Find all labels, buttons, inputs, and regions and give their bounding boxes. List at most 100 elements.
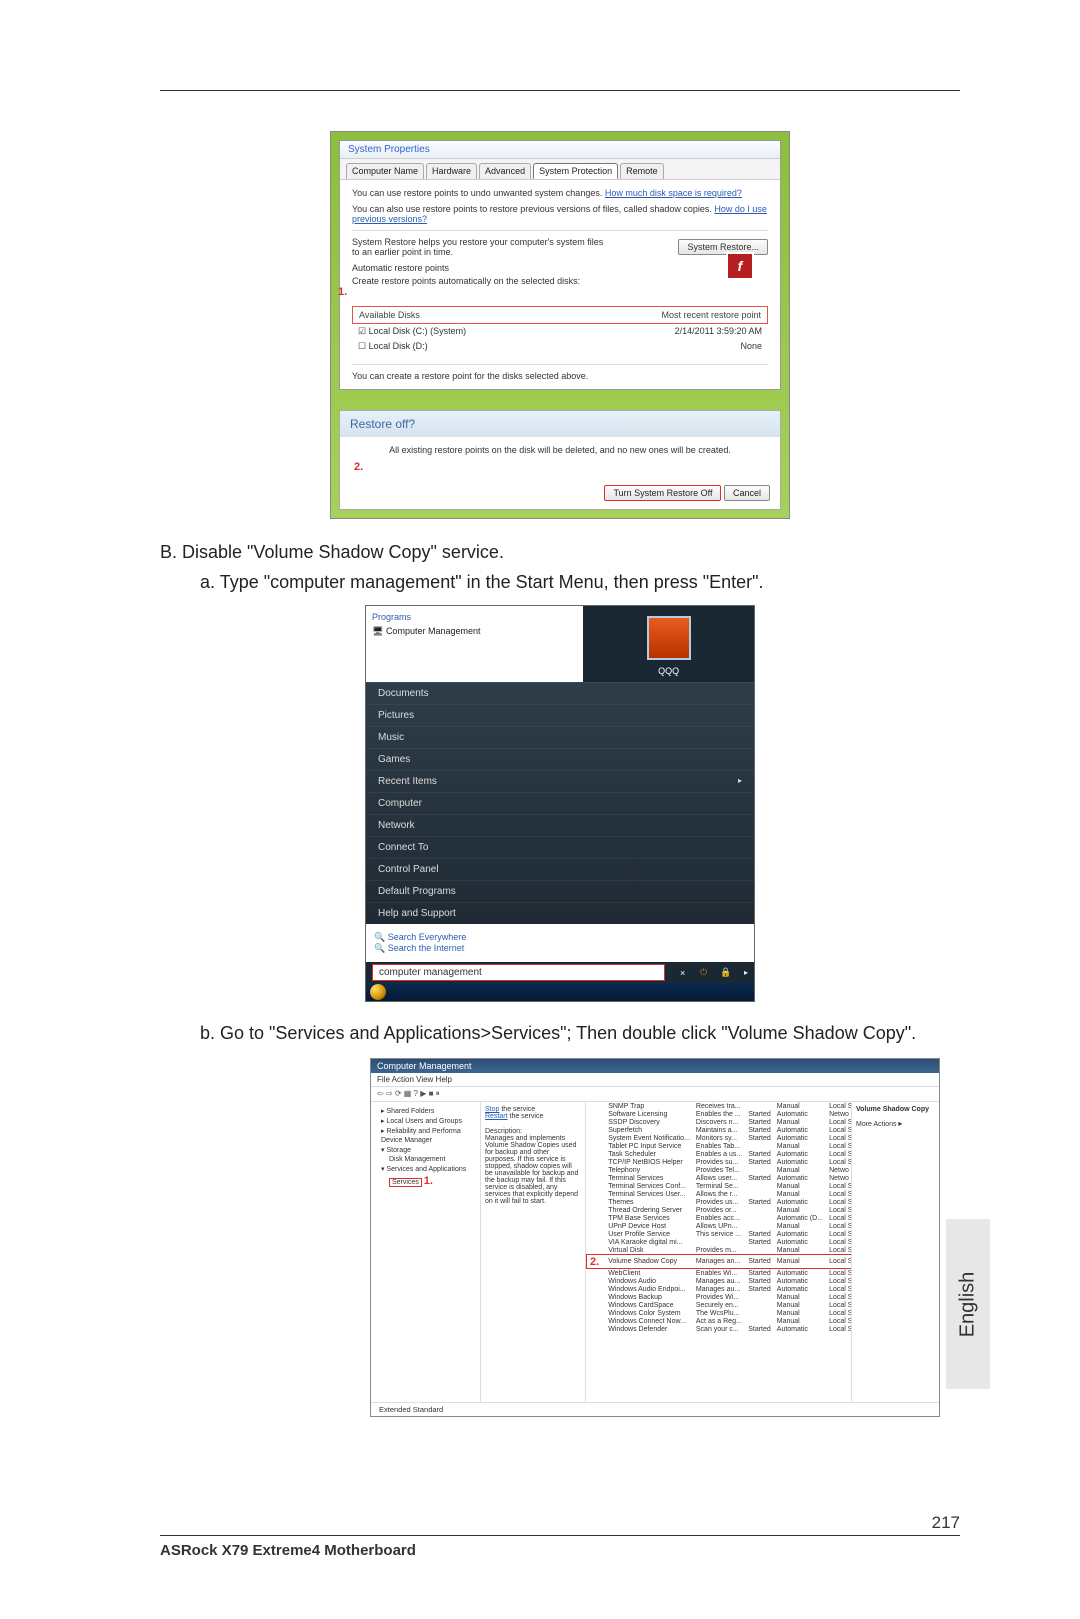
start-menu-item-control-panel[interactable]: Control Panel xyxy=(366,858,754,880)
search-everywhere-link[interactable]: 🔍 Search Everywhere xyxy=(374,932,746,943)
link-disk-space[interactable]: How much disk space is required? xyxy=(605,188,742,198)
start-menu-item-connect-to[interactable]: Connect To xyxy=(366,836,754,858)
service-row[interactable]: Terminal ServicesAllows user...StartedAu… xyxy=(587,1174,852,1182)
restore-off-dialog: Restore off? All existing restore points… xyxy=(339,410,781,510)
page-number: 217 xyxy=(932,1513,960,1533)
start-search-input[interactable]: computer management xyxy=(372,964,665,981)
service-row[interactable]: Windows CardSpaceSecurely en...ManualLoc… xyxy=(587,1301,852,1309)
tab-remote[interactable]: Remote xyxy=(620,163,664,179)
top-rule xyxy=(160,90,960,91)
service-row[interactable]: Windows Connect Now...Act as a Reg...Man… xyxy=(587,1317,852,1325)
start-menu-item-help-and-support[interactable]: Help and Support xyxy=(366,902,754,924)
disk-row-c[interactable]: Local Disk (C:) (System) 2/14/2011 3:59:… xyxy=(352,324,768,339)
service-row[interactable]: Windows BackupProvides Wi...ManualLocal … xyxy=(587,1293,852,1301)
power-menu-chevron-icon[interactable]: ▸ xyxy=(744,968,748,977)
turn-restore-off-button[interactable]: Turn System Restore Off xyxy=(604,485,721,501)
info-text-2: You can also use restore points to resto… xyxy=(352,204,768,224)
service-row[interactable]: Terminal Services User...Allows the r...… xyxy=(587,1190,852,1198)
restore-off-body: All existing restore points on the disk … xyxy=(340,437,780,481)
auto-restore-heading: Automatic restore points xyxy=(352,263,768,273)
language-tab: English xyxy=(946,1219,990,1389)
service-row[interactable]: Virtual DiskProvides m...ManualLocal S xyxy=(587,1246,852,1255)
comp-mgmt-detail-pane: Stop the service Restart the service Des… xyxy=(481,1102,586,1402)
disk-table-header: Available Disks Most recent restore poin… xyxy=(352,306,768,324)
service-row[interactable]: Windows DefenderScan your c...StartedAut… xyxy=(587,1325,852,1333)
start-menu-item-recent-items[interactable]: Recent Items▸ xyxy=(366,770,754,792)
comp-mgmt-toolbar[interactable]: ⇦ ⇨ ⟳ ▦ ? ▶ ■ ⏸ xyxy=(371,1087,939,1102)
start-menu-item-default-programs[interactable]: Default Programs xyxy=(366,880,754,902)
service-row[interactable]: Windows Audio Endpoi...Manages au...Star… xyxy=(587,1285,852,1293)
user-avatar[interactable] xyxy=(647,616,691,660)
service-row[interactable]: Software LicensingEnables the ...Started… xyxy=(587,1110,852,1118)
service-row[interactable]: SuperfetchMaintains a...StartedAutomatic… xyxy=(587,1126,852,1134)
start-menu-item-computer[interactable]: Computer xyxy=(366,792,754,814)
tab-system-protection[interactable]: System Protection xyxy=(533,163,618,179)
comp-mgmt-title: Computer Management xyxy=(371,1059,939,1073)
service-row[interactable]: VIA Karaoke digital mi...StartedAutomati… xyxy=(587,1238,852,1246)
comp-mgmt-footer-tabs[interactable]: Extended Standard xyxy=(371,1402,939,1416)
system-properties-dialog: System Properties Computer NameHardwareA… xyxy=(339,140,781,390)
power-icon[interactable]: ⏻ xyxy=(700,967,707,978)
desktop-flash-icon[interactable]: f install_flash... xyxy=(719,252,761,292)
service-row[interactable]: WebClientEnables Wi...StartedAutomaticLo… xyxy=(587,1269,852,1278)
service-row[interactable]: TCP/IP NetBIOS HelperProvides su...Start… xyxy=(587,1158,852,1166)
services-list[interactable]: SNMP TrapReceives tra...ManualLocal SSof… xyxy=(586,1102,851,1402)
tab-hardware[interactable]: Hardware xyxy=(426,163,477,179)
tree-services-highlight[interactable]: Services xyxy=(389,1178,422,1187)
service-row[interactable]: 2.Volume Shadow CopyManages an...Started… xyxy=(587,1255,852,1269)
service-row[interactable]: Task SchedulerEnables a us...StartedAuto… xyxy=(587,1150,852,1158)
taskbar xyxy=(366,983,754,1001)
program-computer-management[interactable]: 🖥 Computer Management xyxy=(372,626,577,637)
lock-icon[interactable]: 🔒 xyxy=(720,967,731,978)
start-menu-item-games[interactable]: Games xyxy=(366,748,754,770)
service-row[interactable]: TelephonyProvides Tel...ManualNetwo xyxy=(587,1166,852,1174)
instruction-b-b: b. Go to "Services and Applications>Serv… xyxy=(200,1020,916,1046)
description-text: Manages and implements Volume Shadow Cop… xyxy=(485,1135,581,1205)
disk-d-checkbox[interactable]: Local Disk (D:) xyxy=(358,341,428,352)
service-row[interactable]: UPnP Device HostAllows UPn...ManualLocal… xyxy=(587,1222,852,1230)
service-row[interactable]: Windows AudioManages au...StartedAutomat… xyxy=(587,1277,852,1285)
more-actions-link[interactable]: More Actions ▸ xyxy=(856,1119,935,1128)
bottom-rule xyxy=(160,1535,960,1536)
start-menu-item-documents[interactable]: Documents xyxy=(366,682,754,704)
app-icon: 🖥 xyxy=(372,626,386,636)
service-row[interactable]: TPM Base ServicesEnables acc...Automatic… xyxy=(587,1214,852,1222)
instruction-b-a: a. Type "computer management" in the Sta… xyxy=(200,569,960,595)
screenshot-computer-management: Computer Management File Action View Hel… xyxy=(370,1058,940,1417)
search-internet-link[interactable]: 🔍 Search the Internet xyxy=(374,943,746,954)
system-restore-text: System Restore helps you restore your co… xyxy=(352,237,610,257)
service-row[interactable]: Thread Ordering ServerProvides or...Manu… xyxy=(587,1206,852,1214)
tab-advanced[interactable]: Advanced xyxy=(479,163,531,179)
start-menu-item-pictures[interactable]: Pictures xyxy=(366,704,754,726)
comp-mgmt-tree[interactable]: ▸ Shared Folders ▸ Local Users and Group… xyxy=(371,1102,481,1402)
service-row[interactable]: System Event Notificatio...Monitors sy..… xyxy=(587,1134,852,1142)
service-row[interactable]: SSDP DiscoveryDiscovers n...StartedManua… xyxy=(587,1118,852,1126)
create-restore-text: You can create a restore point for the d… xyxy=(352,364,768,381)
service-row[interactable]: User Profile ServiceThis service ...Star… xyxy=(587,1230,852,1238)
start-menu-item-music[interactable]: Music xyxy=(366,726,754,748)
disk-c-checkbox[interactable]: Local Disk (C:) (System) xyxy=(358,326,466,337)
start-menu-item-network[interactable]: Network xyxy=(366,814,754,836)
screenshot-system-properties: System Properties Computer NameHardwareA… xyxy=(330,131,790,519)
restore-off-title: Restore off? xyxy=(340,411,780,437)
username: QQQ xyxy=(589,666,748,676)
dialog-title: System Properties xyxy=(340,141,780,159)
cancel-button[interactable]: Cancel xyxy=(724,485,770,501)
search-clear-icon[interactable]: × xyxy=(680,968,685,978)
instruction-b-heading: B. Disable "Volume Shadow Copy" service. xyxy=(160,539,960,565)
info-text-1: You can use restore points to undo unwan… xyxy=(352,188,768,198)
screenshot-start-menu: Programs 🖥 Computer Management QQQ Docum… xyxy=(365,605,755,1002)
service-row[interactable]: ThemesProvides us...StartedAutomaticLoca… xyxy=(587,1198,852,1206)
service-row[interactable]: Tablet PC Input ServiceEnables Tab...Man… xyxy=(587,1142,852,1150)
service-row[interactable]: Terminal Services Conf...Terminal Se...M… xyxy=(587,1182,852,1190)
footer-text: ASRock X79 Extreme4 Motherboard xyxy=(160,1542,960,1559)
programs-header: Programs xyxy=(372,612,577,622)
comp-mgmt-menubar[interactable]: File Action View Help xyxy=(371,1073,939,1087)
tab-computer-name[interactable]: Computer Name xyxy=(346,163,424,179)
service-row[interactable]: Windows Color SystemThe WcsPlu...ManualL… xyxy=(587,1309,852,1317)
stop-link[interactable]: Stop xyxy=(485,1106,499,1113)
service-row[interactable]: SNMP TrapReceives tra...ManualLocal S xyxy=(587,1102,852,1110)
restart-link[interactable]: Restart xyxy=(485,1113,508,1120)
disk-row-d[interactable]: Local Disk (D:) None xyxy=(352,339,768,354)
start-orb-icon[interactable] xyxy=(370,984,386,1000)
